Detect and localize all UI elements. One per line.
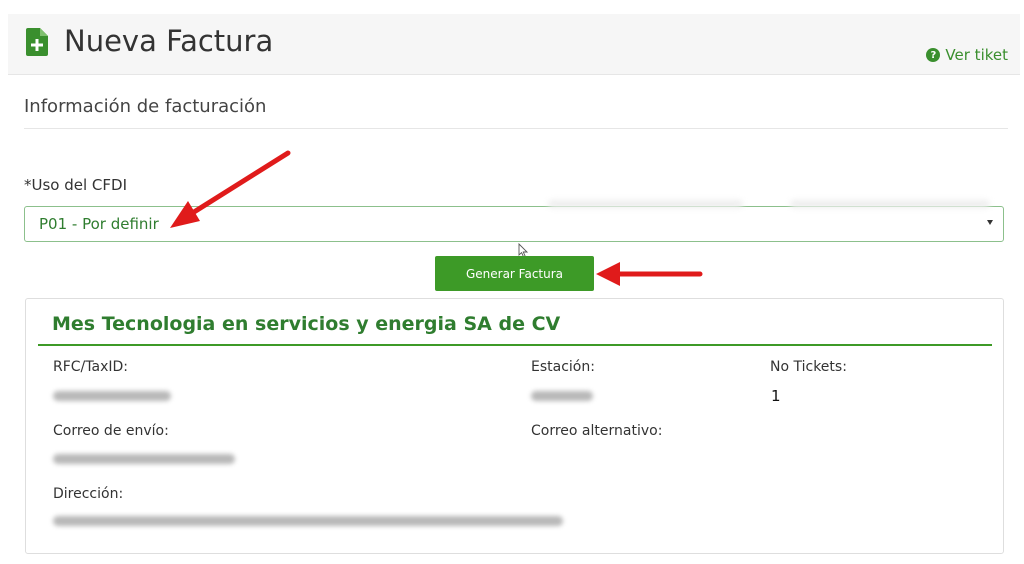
redacted-strip <box>790 200 990 208</box>
company-divider <box>38 344 992 346</box>
ver-tiket-link[interactable]: ? Ver tiket <box>926 46 1008 64</box>
page-header: Nueva Factura ? Ver tiket <box>8 14 1020 75</box>
rfc-value-redacted <box>53 391 171 401</box>
tickets-value: 1 <box>771 387 781 405</box>
correo-value-redacted <box>53 454 235 464</box>
direccion-label: Dirección: <box>53 486 124 502</box>
section-title: Información de facturación <box>24 96 267 117</box>
ver-tiket-label: Ver tiket <box>945 46 1008 64</box>
cfdi-selected-value: P01 - Por definir <box>39 215 159 233</box>
chevron-down-icon <box>987 220 993 225</box>
question-circle-icon: ? <box>926 48 941 62</box>
generar-factura-button[interactable]: Generar Factura <box>435 256 594 291</box>
direccion-value-redacted <box>53 516 563 526</box>
company-name: Mes Tecnologia en servicios y energia SA… <box>52 313 561 335</box>
rfc-label: RFC/TaxID: <box>53 359 128 375</box>
tickets-label: No Tickets: <box>770 359 847 375</box>
page-title: Nueva Factura <box>64 24 274 58</box>
correo-label: Correo de envío: <box>53 423 169 439</box>
estacion-label: Estación: <box>531 359 595 375</box>
correo-alt-label: Correo alternativo: <box>531 423 663 439</box>
cfdi-label: *Uso del CFDI <box>24 176 128 194</box>
redacted-strip <box>548 200 743 208</box>
file-plus-icon <box>26 28 48 60</box>
estacion-value-redacted <box>531 391 593 401</box>
cfdi-select[interactable]: P01 - Por definir <box>24 206 1004 242</box>
section-divider <box>24 128 1008 129</box>
